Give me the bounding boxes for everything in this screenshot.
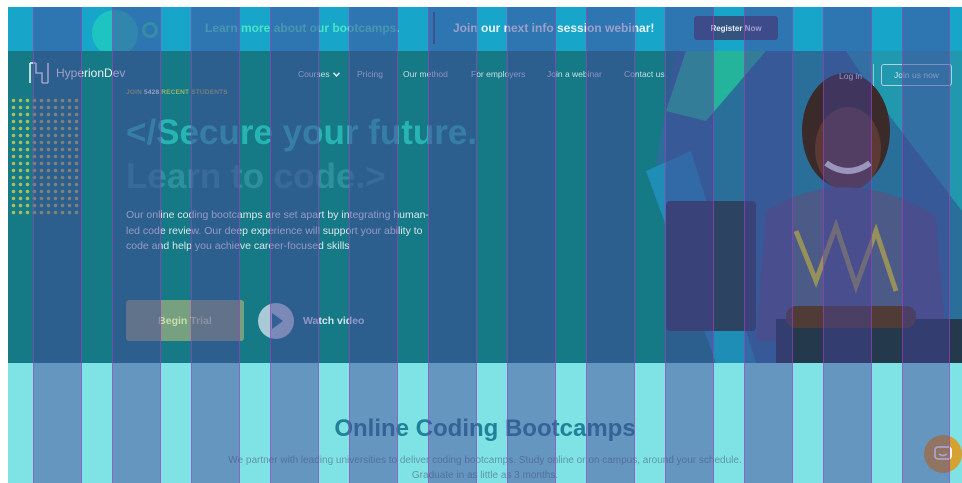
play-icon (272, 313, 283, 329)
decorative-dot-pattern (10, 97, 80, 215)
student-count-eyebrow: JOIN 5428 RECENT STUDENTS (126, 89, 228, 96)
bootcamps-section: Online Coding Bootcamps We partner with … (8, 363, 962, 483)
announcement-divider (433, 12, 435, 44)
nav-divider (873, 64, 874, 86)
decorative-ring (142, 22, 158, 38)
nav-contact-us[interactable]: Contact us (624, 69, 665, 79)
hyperiondev-logo-icon (29, 62, 49, 84)
student-count: 5428 (144, 89, 160, 96)
nav-join-webinar[interactable]: Join a webinar (547, 69, 602, 79)
hero-headline: </Secure your future. Learn to code.> (126, 111, 477, 199)
nav-our-method[interactable]: Our method (403, 69, 448, 79)
join-us-now-button[interactable]: Join us now (881, 64, 952, 86)
section-description: We partner with leading universities to … (228, 455, 742, 481)
hero-section: HyperionDev Courses Pricing Our method F… (8, 51, 962, 363)
chat-icon (934, 446, 952, 460)
begin-trial-button[interactable]: Begin Trial (126, 300, 244, 341)
hero-student-image (646, 51, 962, 363)
decorative-circle (92, 10, 138, 56)
nav-courses-label: Courses (298, 69, 330, 79)
eyebrow-prefix: JOIN (126, 89, 142, 96)
hero-intro-text: Our online coding bootcamps are set apar… (126, 209, 429, 252)
chevron-down-icon (332, 72, 341, 78)
brand-name: HyperionDev (56, 66, 126, 80)
eyebrow-suffix: RECENT STUDENTS (161, 89, 228, 96)
brand-logo[interactable]: HyperionDev (28, 61, 125, 85)
headline-line-2: Learn to code.> (126, 157, 386, 196)
nav-pricing[interactable]: Pricing (357, 69, 383, 79)
register-now-button[interactable]: Register Now (694, 16, 778, 40)
chat-widget-button[interactable] (924, 435, 962, 473)
login-link[interactable]: Log in (839, 71, 862, 81)
announcement-bar: Learn more about our bootcamps. Join our… (8, 7, 962, 56)
webinar-announcement: Join our next info session webinar! (453, 21, 655, 35)
play-video-button[interactable] (258, 303, 294, 339)
nav-courses[interactable]: Courses (298, 69, 341, 79)
page: Learn more about our bootcamps. Join our… (8, 7, 962, 483)
watch-video-link[interactable]: Watch video (303, 315, 364, 327)
nav-for-employers[interactable]: For employers (471, 69, 525, 79)
learn-more-link[interactable]: Learn more about our bootcamps. (205, 21, 400, 35)
section-title: Online Coding Bootcamps (334, 415, 636, 442)
headline-line-1: </Secure your future. (126, 113, 478, 152)
